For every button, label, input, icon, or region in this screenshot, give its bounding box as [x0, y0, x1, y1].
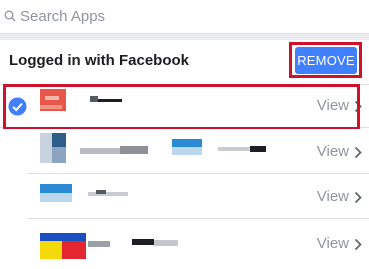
- search-icon: [4, 10, 16, 22]
- blurred-app-name: [132, 239, 154, 245]
- app-row[interactable]: View: [0, 174, 369, 219]
- search-input[interactable]: [20, 6, 320, 26]
- chevron-right-icon: [354, 100, 362, 113]
- app-thumbnail: [40, 233, 86, 259]
- blurred-app-name: [98, 99, 122, 102]
- view-link[interactable]: View: [317, 97, 349, 114]
- blurred-app-name: [88, 241, 110, 247]
- app-row[interactable]: View: [0, 219, 369, 269]
- chevron-right-icon: [354, 191, 362, 204]
- blurred-app-name: [120, 146, 148, 154]
- search-bar: [0, 0, 369, 34]
- section-title: Logged in with Facebook: [9, 52, 189, 69]
- chevron-right-icon: [354, 146, 362, 159]
- row-divider: [0, 127, 369, 128]
- blurred-app-name: [88, 192, 128, 196]
- app-row[interactable]: View: [0, 129, 369, 174]
- blurred-app-name: [90, 96, 98, 102]
- app-thumbnail: [40, 133, 66, 163]
- blurred-app-name: [218, 147, 254, 151]
- chevron-right-icon: [354, 238, 362, 251]
- app-thumbnail: [40, 184, 72, 202]
- app-thumbnail: [40, 89, 66, 111]
- remove-button[interactable]: REMOVE: [295, 47, 357, 74]
- view-link[interactable]: View: [317, 235, 349, 252]
- view-link[interactable]: View: [317, 188, 349, 205]
- check-circle-icon: [8, 97, 27, 116]
- blurred-app-name: [96, 190, 106, 194]
- view-link[interactable]: View: [317, 143, 349, 160]
- blurred-app-name: [80, 148, 120, 154]
- app-thumbnail: [172, 139, 202, 155]
- app-row[interactable]: View: [0, 85, 369, 128]
- blurred-app-name: [154, 240, 178, 246]
- blurred-app-name: [250, 146, 266, 152]
